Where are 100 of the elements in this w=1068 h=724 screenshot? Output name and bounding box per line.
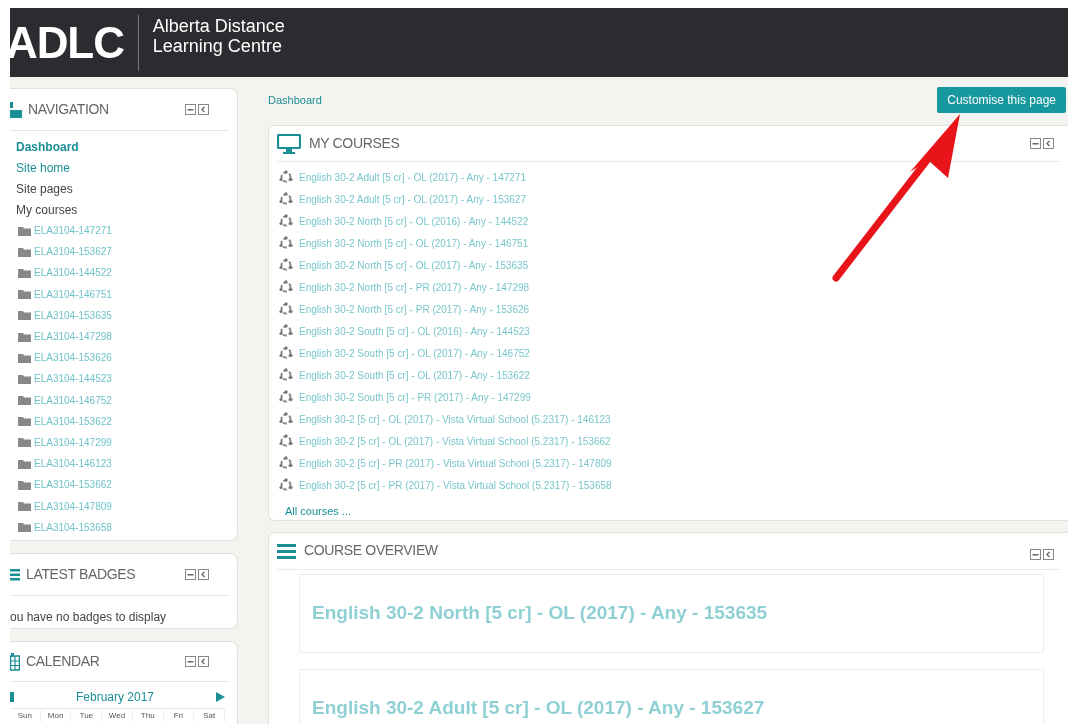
- course-link[interactable]: ELA3104-153626: [34, 350, 112, 366]
- course-link[interactable]: English 30-2 South [5 cr] - PR (2017) - Any - 147299: [299, 389, 531, 405]
- site-name: Learning Centre: [152, 35, 283, 56]
- course-link[interactable]: English 30-2 [5 cr] - PR (2017) - Vista Virtual School (5.2317) - 153658: [299, 477, 612, 493]
- course-link[interactable]: English 30-2 South [5 cr] - OL (2017) - Any - 153622: [299, 367, 530, 383]
- collapse-icon[interactable]: [1030, 549, 1041, 560]
- calendar-icon: [10, 652, 20, 671]
- course-icon: [279, 280, 293, 294]
- course-link[interactable]: English 30-2 North [5 cr] - PR (2017) - Any - 153626: [299, 301, 530, 317]
- weekday-label: Sat: [203, 711, 216, 721]
- folder-icon: [18, 352, 31, 363]
- course-link[interactable]: English 30-2 North [5 cr] - OL (2017) - Any - 146751: [299, 235, 529, 251]
- all-courses-link[interactable]: All courses ...: [285, 503, 352, 520]
- monitor-icon: [277, 133, 301, 154]
- folder-icon: [18, 225, 31, 236]
- course-link[interactable]: English 30-2 [5 cr] - PR (2017) - Vista Virtual School (5.2317) - 147809: [299, 455, 612, 471]
- folder-icon: [18, 437, 31, 448]
- course-link[interactable]: English 30-2 South [5 cr] - OL (2016) - Any - 144523: [299, 323, 530, 339]
- dock-icon[interactable]: [198, 569, 209, 580]
- collapse-icon[interactable]: [1030, 138, 1041, 149]
- folder-icon: [18, 416, 31, 427]
- course-icon: [279, 368, 293, 382]
- course-link[interactable]: ELA3104-153635: [34, 307, 112, 323]
- course-link[interactable]: English 30-2 [5 cr] - OL (2017) - Vista Virtual School (5.2317) - 153662: [299, 433, 611, 449]
- course-icon: [279, 236, 293, 250]
- course-link[interactable]: ELA3104-146751: [34, 286, 112, 302]
- course-link[interactable]: ELA3104-146123: [34, 456, 112, 472]
- folder-icon: [18, 395, 31, 406]
- folder-icon: [18, 331, 31, 342]
- course-link[interactable]: ELA3104-147271: [34, 223, 112, 239]
- folder-icon: [18, 479, 31, 490]
- course-icon: [279, 434, 293, 448]
- course-title-link[interactable]: English 30-2 North [5 cr] - OL (2017) - Any - 153635: [312, 598, 768, 628]
- course-link[interactable]: English 30-2 [5 cr] - OL (2017) - Vista Virtual School (5.2317) - 146123: [299, 411, 611, 427]
- course-link[interactable]: ELA3104-146752: [34, 392, 112, 408]
- weekday-label: Mon: [47, 711, 64, 721]
- course-link[interactable]: English 30-2 South [5 cr] - OL (2017) - Any - 146752: [299, 345, 530, 361]
- course-link[interactable]: ELA3104-144523: [34, 371, 112, 387]
- dock-icon[interactable]: [1043, 549, 1054, 560]
- course-icon: [279, 258, 293, 272]
- block-title: COURSE OVERVIEW: [304, 541, 438, 560]
- weekday-label: Fri: [173, 711, 184, 721]
- collapse-icon[interactable]: [185, 656, 196, 667]
- course-icon: [279, 390, 293, 404]
- site-name: Alberta Distance: [152, 15, 285, 36]
- collapse-icon[interactable]: [185, 104, 196, 115]
- course-link[interactable]: English 30-2 Adult [5 cr] - OL (2017) - Any - 153627: [299, 191, 526, 207]
- nav-item[interactable]: My courses: [16, 200, 78, 219]
- folder-icon: [18, 522, 31, 533]
- course-link[interactable]: ELA3104-153662: [34, 477, 112, 493]
- course-title-link[interactable]: English 30-2 Adult [5 cr] - OL (2017) - Any - 153627: [312, 693, 765, 723]
- dock-icon[interactable]: [198, 104, 209, 115]
- course-icon: [279, 412, 293, 426]
- course-icon: [279, 214, 293, 228]
- dock-icon[interactable]: [198, 656, 209, 667]
- block-title: NAVIGATION: [28, 100, 109, 119]
- course-link[interactable]: ELA3104-153627: [34, 244, 112, 260]
- nav-item[interactable]: Dashboard: [16, 137, 79, 156]
- folder-icon: [18, 267, 31, 278]
- breadcrumb-link[interactable]: Dashboard: [268, 91, 322, 109]
- course-icon: [279, 192, 293, 206]
- course-link[interactable]: English 30-2 North [5 cr] - PR (2017) - Any - 147298: [299, 279, 530, 295]
- site-logo[interactable]: ADLC: [6, 20, 138, 65]
- course-icon: [279, 346, 293, 360]
- nav-item[interactable]: Site pages: [16, 179, 73, 198]
- course-link[interactable]: ELA3104-147299: [34, 434, 112, 450]
- course-link[interactable]: ELA3104-144522: [34, 265, 112, 281]
- nav-item[interactable]: Site home: [16, 158, 71, 177]
- course-link[interactable]: English 30-2 Adult [5 cr] - OL (2017) - Any - 147271: [299, 169, 526, 185]
- course-icon: [279, 478, 293, 492]
- course-link[interactable]: English 30-2 North [5 cr] - OL (2017) - Any - 153635: [299, 257, 529, 273]
- block-title: MY COURSES: [309, 134, 400, 153]
- folder-icon: [18, 501, 31, 512]
- course-link[interactable]: ELA3104-153658: [34, 519, 112, 535]
- course-link[interactable]: ELA3104-147809: [34, 498, 112, 514]
- folder-icon: [18, 289, 31, 300]
- course-link[interactable]: ELA3104-147298: [34, 329, 112, 345]
- course-link[interactable]: ELA3104-153622: [34, 413, 112, 429]
- course-icon: [279, 324, 293, 338]
- weekday-label: Sun: [17, 711, 32, 721]
- course-icon: [279, 302, 293, 316]
- course-icon: [279, 170, 293, 184]
- course-link[interactable]: English 30-2 North [5 cr] - OL (2016) - Any - 144522: [299, 213, 529, 229]
- folder-icon: [18, 373, 31, 384]
- folder-icon: [18, 458, 31, 469]
- weekday-label: Thu: [140, 711, 155, 721]
- folder-icon: [18, 310, 31, 321]
- collapse-icon[interactable]: [185, 569, 196, 580]
- folder-icon: [18, 246, 31, 257]
- weekday-label: Tue: [79, 711, 94, 721]
- menu-icon: [277, 542, 296, 559]
- weekday-label: Wed: [108, 711, 126, 721]
- dock-icon[interactable]: [1043, 138, 1054, 149]
- block-title: CALENDAR: [26, 652, 100, 671]
- customise-page-button[interactable]: Customise this page: [937, 87, 1066, 113]
- next-month-icon[interactable]: [216, 692, 225, 702]
- block-title: LATEST BADGES: [26, 565, 136, 584]
- month-label: February 2017: [75, 689, 154, 706]
- empty-message: ou have no badges to display: [10, 610, 167, 624]
- course-icon: [279, 456, 293, 470]
